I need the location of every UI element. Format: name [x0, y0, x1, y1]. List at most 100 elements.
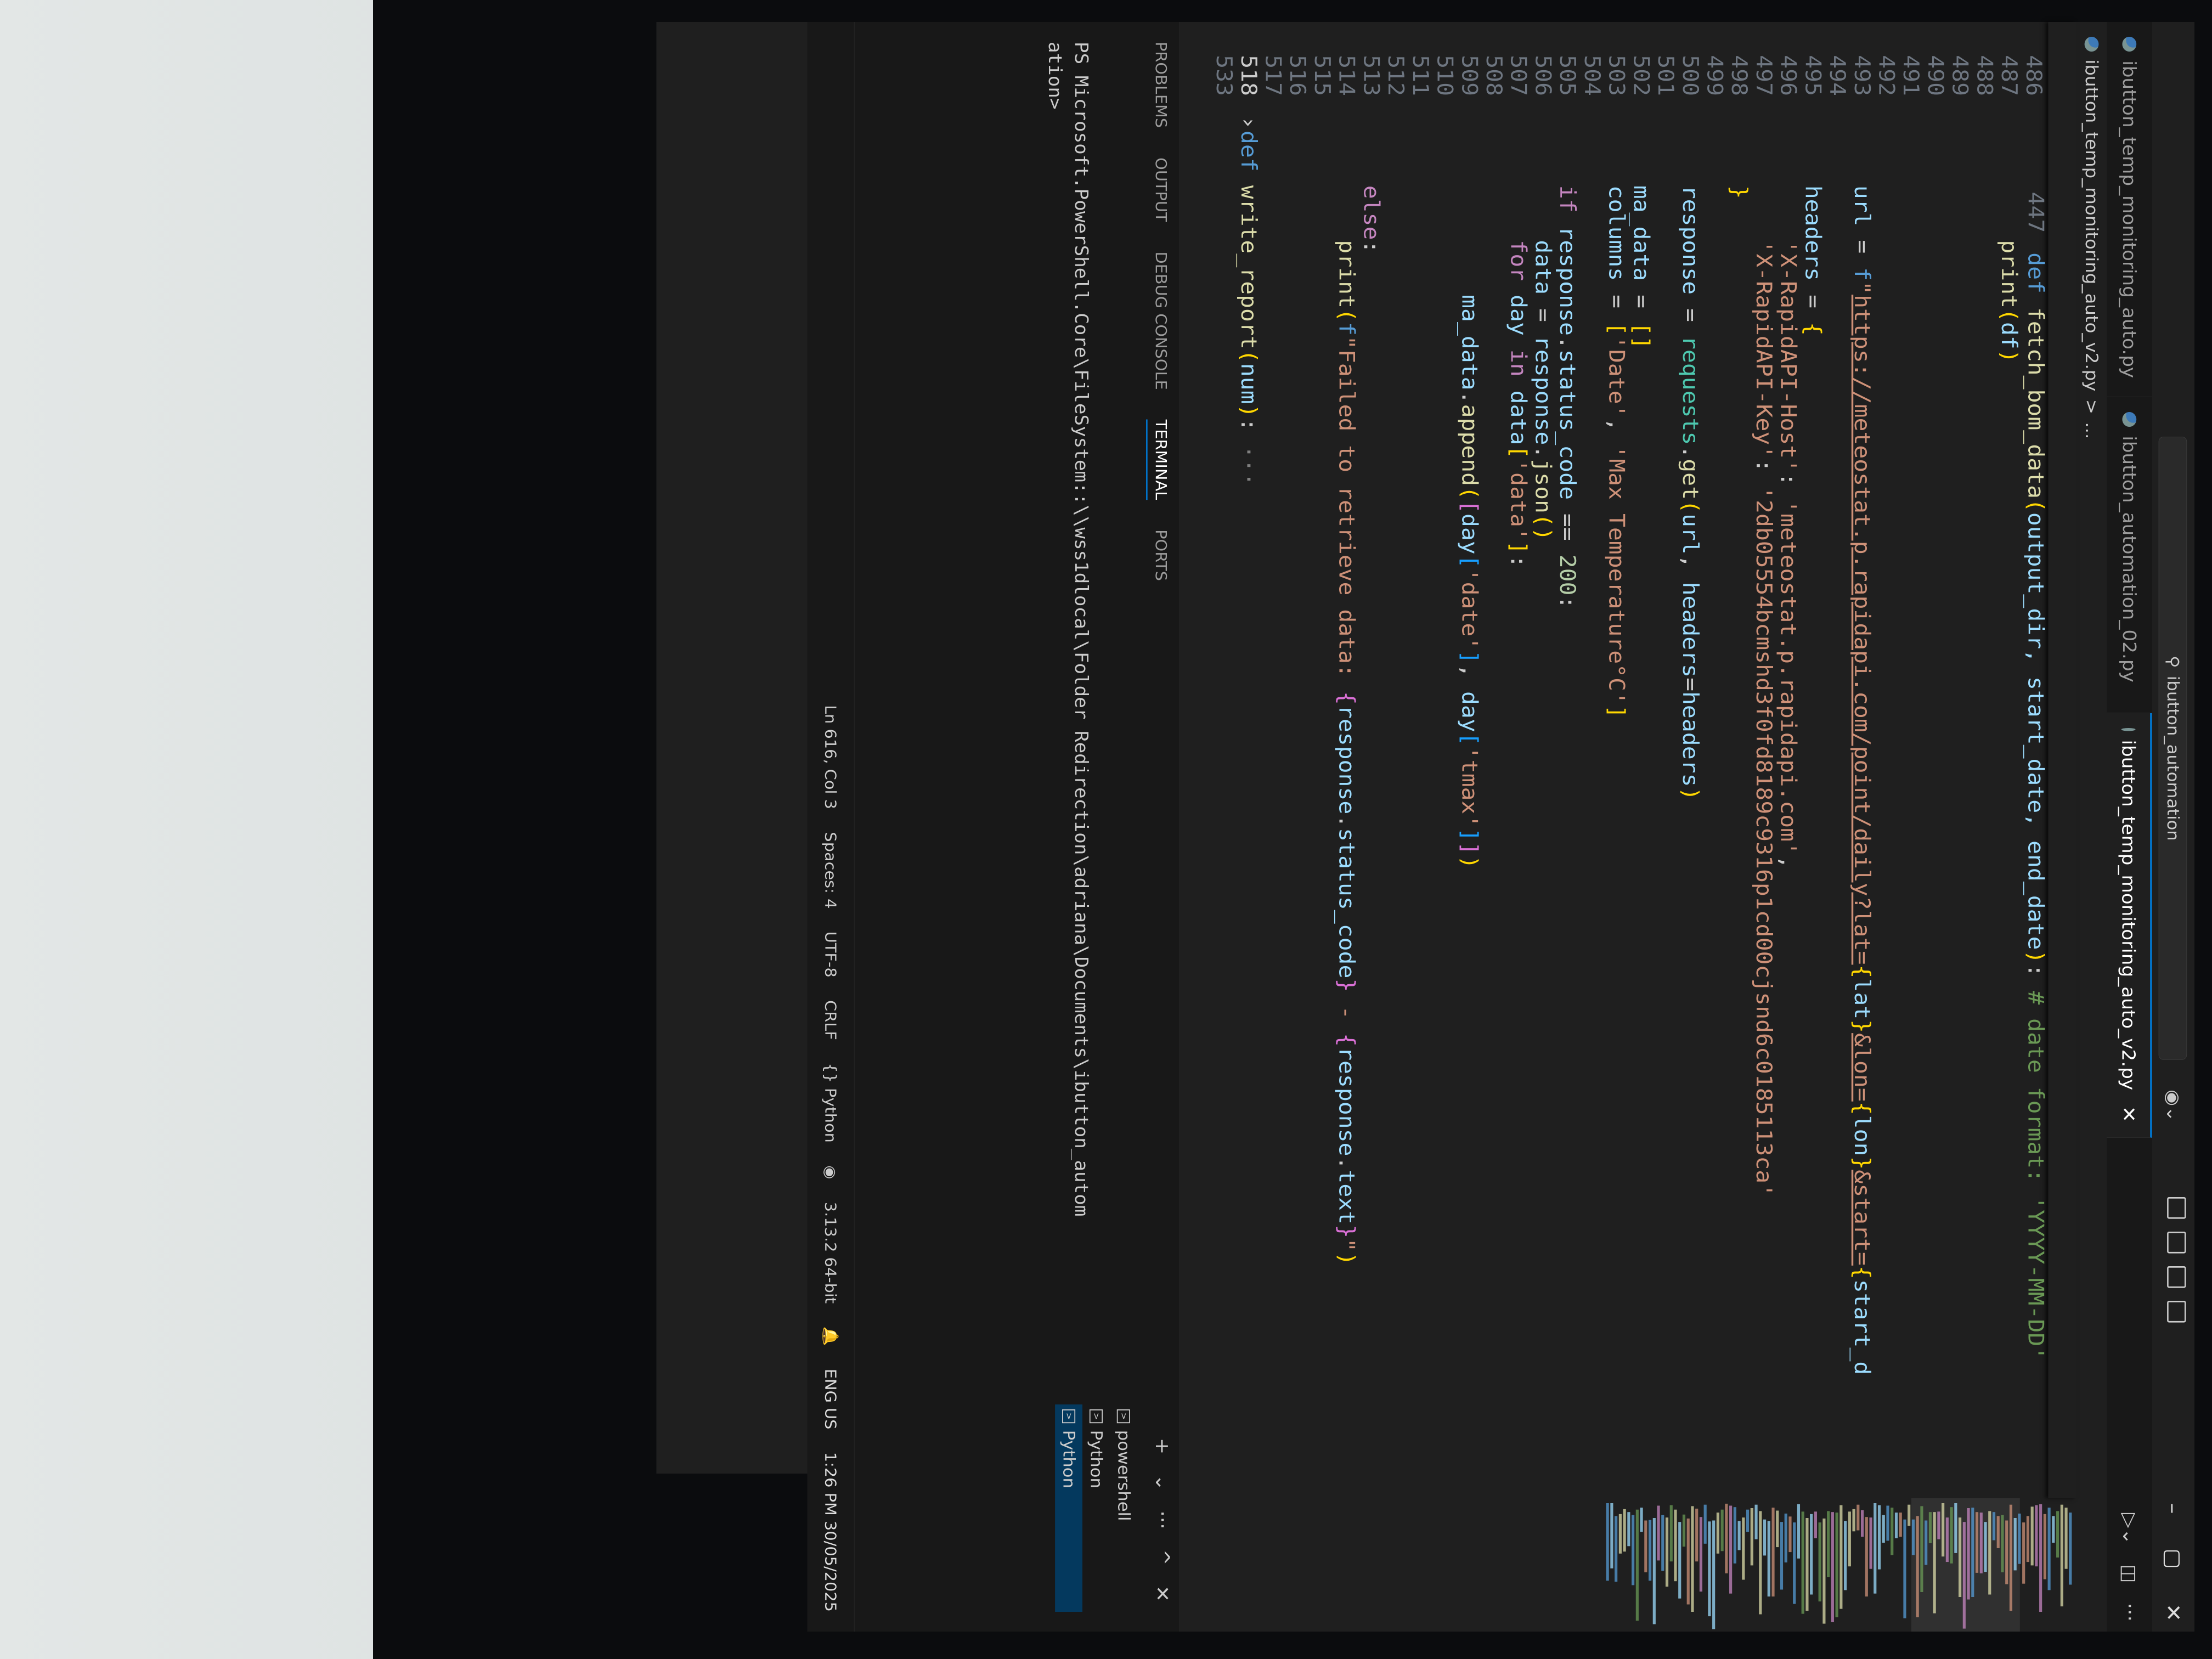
tab-terminal[interactable]: TERMINAL: [1146, 419, 1170, 500]
line-number: 498: [1726, 55, 1753, 96]
code-line[interactable]: 504: [1579, 22, 1606, 1498]
command-center-search[interactable]: ⚲ ibutton_automation: [2158, 437, 2187, 1060]
maximize-button[interactable]: ▢: [2161, 1548, 2185, 1568]
tab-ports[interactable]: PORTS: [1146, 529, 1170, 581]
fold-chevron-icon[interactable]: ›: [1235, 116, 1262, 131]
code-line[interactable]: 503 columns = ['Date', 'Max Temperature°…: [1604, 22, 1630, 1498]
maximize-panel-icon[interactable]: ^: [1152, 1549, 1173, 1566]
split-editor-icon[interactable]: ◫: [2119, 1565, 2141, 1583]
code-line[interactable]: 495 headers = {: [1800, 22, 1826, 1498]
code-line[interactable]: 498 }: [1726, 22, 1753, 1498]
close-tab-icon[interactable]: ✕: [2118, 1106, 2140, 1122]
code-line[interactable]: 513 else:: [1358, 22, 1385, 1498]
code-line[interactable]: 493 url = f"https://meteostat.p.rapidapi…: [1849, 22, 1875, 1498]
terminal-item-python[interactable]: > Python: [1082, 1404, 1110, 1612]
tab-ibutton-automation-02[interactable]: ibutton_automation_02.py: [2107, 397, 2152, 713]
code-line[interactable]: 512: [1383, 22, 1409, 1498]
code-line[interactable]: 507 for day in data['data']:: [1505, 22, 1532, 1498]
code-line[interactable]: 510: [1432, 22, 1458, 1498]
editor-actions: ▷⌄ ◫ ···: [2107, 1513, 2152, 1622]
code-line[interactable]: 508: [1481, 22, 1508, 1498]
copilot-status-icon[interactable]: ◉: [822, 1165, 840, 1179]
tab-ibutton-temp-monitoring-auto[interactable]: ibutton_temp_monitoring_auto.py: [2107, 22, 2152, 397]
code-line[interactable]: 488: [1972, 22, 1998, 1498]
end-of-line[interactable]: CRLF: [822, 1000, 840, 1040]
customize-layout-icon[interactable]: [2167, 1197, 2186, 1219]
minimap-line: [2052, 1516, 2055, 1543]
minimap-line: [1891, 1508, 1894, 1555]
code-line[interactable]: 492: [1874, 22, 1900, 1498]
encoding[interactable]: UTF-8: [822, 932, 840, 978]
minimize-button[interactable]: –: [2161, 1503, 2185, 1514]
code-line[interactable]: 514 print(f"Failed to retrieve data: {re…: [1334, 22, 1360, 1498]
code-text: }: [1726, 185, 1753, 199]
code-editor[interactable]: 447def fetch_bom_data(output_dir, start_…: [1180, 22, 2076, 1632]
tab-problems[interactable]: PROBLEMS: [1146, 42, 1170, 128]
code-line[interactable]: 516: [1285, 22, 1311, 1498]
code-line[interactable]: 511: [1408, 22, 1434, 1498]
panel-more-icon[interactable]: ···: [1152, 1510, 1173, 1529]
breadcrumb-more[interactable]: ...: [2082, 422, 2101, 439]
code-line[interactable]: 489: [1947, 22, 1973, 1498]
toggle-secondary-sidebar-icon[interactable]: [2167, 1301, 2186, 1323]
tab-debug-console[interactable]: DEBUG CONSOLE: [1146, 252, 1170, 390]
code-line[interactable]: 497 'X-RapidAPI-Key': '2db05554bcmshd3f0…: [1751, 22, 1778, 1498]
sticky-scroll-header[interactable]: 447def fetch_bom_data(output_dir, start_…: [2023, 22, 2076, 1498]
breadcrumb-file[interactable]: ibutton_temp_monitoring_auto_v2.py: [2082, 59, 2101, 391]
terminal-dropdown-icon[interactable]: ⌄: [1152, 1474, 1173, 1491]
close-window-button[interactable]: ✕: [2161, 1604, 2185, 1622]
language-mode[interactable]: {} Python: [822, 1063, 840, 1143]
terminal-item-python-active[interactable]: > Python: [1055, 1404, 1082, 1612]
code-line[interactable]: 496 'X-RapidAPI-Host': 'meteostat.p.rapi…: [1775, 22, 1802, 1498]
toggle-primary-sidebar-icon[interactable]: [2167, 1232, 2186, 1254]
more-actions-icon[interactable]: ···: [2119, 1603, 2141, 1622]
clock[interactable]: 1:26 PM 30/05/2025: [822, 1452, 840, 1612]
new-terminal-button[interactable]: +: [1152, 1438, 1173, 1454]
fold-gutter: [1555, 116, 1581, 131]
notifications-icon[interactable]: 🔔: [822, 1327, 840, 1346]
code-text: else:: [1358, 185, 1385, 254]
indentation[interactable]: Spaces: 4: [822, 832, 840, 909]
minimap-line: [1818, 1522, 1821, 1602]
copilot-icon[interactable]: ◉⌄: [2162, 1084, 2185, 1128]
status-bar: Ln 616, Col 3 Spaces: 4 UTF-8 CRLF {} Py…: [807, 22, 855, 1632]
code-line[interactable]: 505 if response.status_code == 200:: [1555, 22, 1581, 1498]
minimap-line: [2013, 1518, 2017, 1571]
close-panel-icon[interactable]: ✕: [1152, 1585, 1173, 1602]
toggle-panel-icon[interactable]: [2167, 1266, 2186, 1288]
minimap-line: [1623, 1509, 1626, 1552]
code-line[interactable]: 502 ma_data = []: [1628, 22, 1655, 1498]
code-line[interactable]: 506 data = response.json(): [1530, 22, 1556, 1498]
terminal-output[interactable]: PS Microsoft.PowerShell.Core\FileSystem:…: [1042, 42, 1094, 1375]
tab-label: ibutton_temp_monitoring_auto.py: [2119, 60, 2140, 379]
fold-gutter: [1825, 116, 1851, 131]
minimap-line: [2035, 1505, 2038, 1567]
code-text: headers = {: [1800, 185, 1826, 336]
code-line[interactable]: 487 print(df): [1996, 22, 2023, 1498]
code-line[interactable]: 509 ma_data.append([day['date'], day['tm…: [1457, 22, 1483, 1498]
tab-ibutton-temp-monitoring-auto-v2[interactable]: ibutton_temp_monitoring_auto_v2.py ✕: [2107, 713, 2152, 1138]
function-params: output_dir, start_date, end_date: [2023, 512, 2049, 950]
clock-time: 1:26 PM: [821, 1452, 840, 1516]
code-text: if response.status_code == 200:: [1555, 185, 1581, 610]
code-line[interactable]: 499: [1702, 22, 1728, 1498]
code-line[interactable]: 518 ›def write_report(num): ···: [1235, 22, 1262, 1498]
code-line[interactable]: 517: [1260, 22, 1286, 1498]
code-line[interactable]: 490: [1923, 22, 1949, 1498]
code-line[interactable]: 501: [1653, 22, 1679, 1498]
line-number: 518: [1236, 55, 1262, 96]
code-line[interactable]: 500 response = requests.get(url, headers…: [1677, 22, 1703, 1498]
code-line[interactable]: 491: [1898, 22, 1925, 1498]
terminal-item-powershell[interactable]: > powershell: [1110, 1404, 1137, 1612]
code-line[interactable]: 515: [1310, 22, 1336, 1498]
code-line[interactable]: 494: [1825, 22, 1851, 1498]
tab-output[interactable]: OUTPUT: [1146, 157, 1170, 222]
python-interpreter[interactable]: 3.13.2 64-bit: [822, 1202, 840, 1304]
minimap[interactable]: [1180, 1498, 2076, 1632]
language-indicator[interactable]: ENG US: [822, 1369, 840, 1430]
run-python-file-icon[interactable]: ▷⌄: [2119, 1513, 2141, 1545]
cursor-position[interactable]: Ln 616, Col 3: [822, 705, 840, 809]
minimap-line: [1746, 1509, 1750, 1532]
line-number: 490: [1923, 55, 1949, 96]
code-line[interactable]: 533: [1211, 22, 1238, 1498]
